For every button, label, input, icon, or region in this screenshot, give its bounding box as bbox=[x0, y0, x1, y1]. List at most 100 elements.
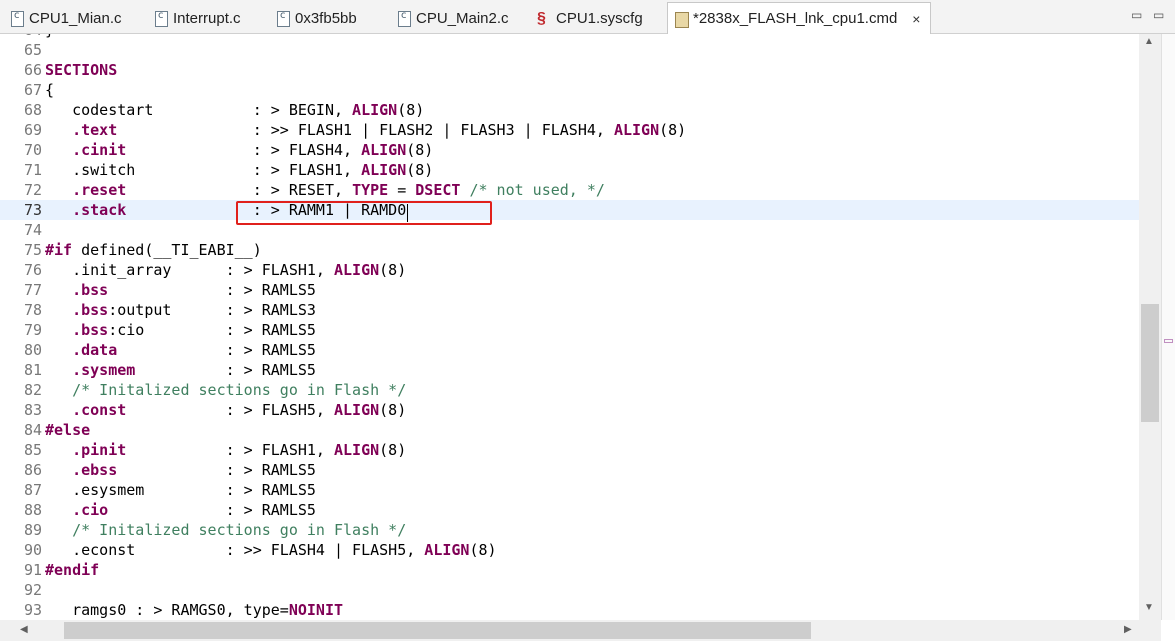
line-number: 90 bbox=[23, 541, 42, 559]
code-line[interactable]: 67{ bbox=[0, 80, 1139, 100]
code-line[interactable]: 68 codestart : > BEGIN, ALIGN(8) bbox=[0, 100, 1139, 120]
c-file-icon bbox=[276, 10, 290, 27]
code-line[interactable]: 89 /* Initalized sections go in Flash */ bbox=[0, 520, 1139, 540]
code-line[interactable]: 77 .bss : > RAMLS5 bbox=[0, 280, 1139, 300]
tab-3[interactable]: CPU_Main2.c bbox=[391, 3, 527, 33]
keyword-token: .stack bbox=[72, 201, 127, 219]
vertical-scroll-thumb[interactable] bbox=[1141, 304, 1159, 422]
code-line[interactable]: 80 .data : > RAMLS5 bbox=[0, 340, 1139, 360]
minimize-icon[interactable]: ▭ bbox=[1131, 8, 1142, 22]
tab-5[interactable]: *2838x_FLASH_lnk_cpu1.cmd × bbox=[667, 2, 931, 34]
code-line[interactable]: 86 .ebss : > RAMLS5 bbox=[0, 460, 1139, 480]
line-code: .const : > FLASH5, ALIGN(8) bbox=[45, 400, 406, 420]
line-code: } bbox=[45, 34, 54, 40]
code-line[interactable]: 70 .cinit : > FLASH4, ALIGN(8) bbox=[0, 140, 1139, 160]
code-line[interactable]: 88 .cio : > RAMLS5 bbox=[0, 500, 1139, 520]
line-code: .bss:cio : > RAMLS5 bbox=[45, 320, 316, 340]
line-number: 69 bbox=[23, 121, 42, 139]
code-token: :output : > RAMLS3 bbox=[108, 301, 316, 319]
code-line[interactable]: 76 .init_array : > FLASH1, ALIGN(8) bbox=[0, 260, 1139, 280]
code-token: : > RAMLS5 bbox=[108, 281, 316, 299]
code-token: : > RAMLS5 bbox=[117, 461, 316, 479]
overview-ruler[interactable] bbox=[1161, 34, 1175, 620]
keyword-token: ALIGN bbox=[424, 541, 470, 559]
line-number: 66 bbox=[23, 61, 42, 79]
line-code: .sysmem : > RAMLS5 bbox=[45, 360, 316, 380]
vertical-scrollbar[interactable]: ▲ ▼ bbox=[1139, 34, 1161, 620]
code-line[interactable]: 91 #endif bbox=[0, 560, 1139, 580]
code-line[interactable]: 82 /* Initalized sections go in Flash */ bbox=[0, 380, 1139, 400]
overview-marker[interactable] bbox=[1164, 339, 1173, 343]
maximize-icon[interactable]: ▭ bbox=[1153, 8, 1164, 22]
line-number: 83 bbox=[23, 401, 42, 419]
tab-2[interactable]: 0x3fb5bb bbox=[270, 3, 387, 33]
tab-0[interactable]: CPU1_Mian.c bbox=[4, 3, 144, 33]
code-line[interactable]: 72 .reset : > RESET, TYPE = DSECT /* not… bbox=[0, 180, 1139, 200]
code-line[interactable]: 65 bbox=[0, 40, 1139, 60]
code-token: : > RAMLS5 bbox=[108, 501, 316, 519]
code-editor[interactable]: 93 ramgs0 : > RAMGS0, type=NOINIT 92 91 #en… bbox=[0, 34, 1139, 620]
scroll-down-icon[interactable]: ▼ bbox=[1144, 602, 1154, 613]
line-number: 76 bbox=[23, 261, 42, 279]
line-number: 85 bbox=[23, 441, 42, 459]
code-line[interactable]: 69 .text : >> FLASH1 | FLASH2 | FLASH3 |… bbox=[0, 120, 1139, 140]
code-line[interactable]: 78 .bss:output : > RAMLS3 bbox=[0, 300, 1139, 320]
line-code: .econst : >> FLASH4 | FLASH5, ALIGN(8) bbox=[45, 540, 496, 560]
c-file-icon bbox=[154, 10, 168, 27]
code-line[interactable]: 79 .bss:cio : > RAMLS5 bbox=[0, 320, 1139, 340]
code-token: : > FLASH5, bbox=[126, 401, 334, 419]
keyword-token: .reset bbox=[72, 181, 127, 199]
line-code: #else bbox=[45, 420, 90, 440]
line-code: .init_array : > FLASH1, ALIGN(8) bbox=[45, 260, 406, 280]
tab-1[interactable]: Interrupt.c bbox=[148, 3, 266, 33]
line-code: .bss : > RAMLS5 bbox=[45, 280, 316, 300]
code-line[interactable]: 92 bbox=[0, 580, 1139, 600]
code-token: .init_array : > FLASH1, bbox=[45, 261, 334, 279]
keyword-token: .const bbox=[72, 401, 127, 419]
keyword-token: .cio bbox=[72, 501, 109, 519]
horizontal-scrollbar[interactable]: ◀ ▶ bbox=[0, 620, 1161, 641]
scroll-right-icon[interactable]: ▶ bbox=[1124, 624, 1132, 635]
line-code: .text : >> FLASH1 | FLASH2 | FLASH3 | FL… bbox=[45, 120, 686, 140]
line-code: /* Initalized sections go in Flash */ bbox=[45, 520, 406, 540]
code-line[interactable]: 64} bbox=[0, 34, 1139, 40]
keyword-token: .ebss bbox=[72, 461, 118, 479]
close-tab-icon[interactable]: × bbox=[912, 11, 920, 27]
tab-label: *2838x_FLASH_lnk_cpu1.cmd bbox=[693, 10, 898, 27]
code-line[interactable]: 74 bbox=[0, 220, 1139, 240]
code-line[interactable]: 75 #if defined(__TI_EABI__) bbox=[0, 240, 1139, 260]
keyword-token: SECTIONS bbox=[45, 61, 118, 79]
code-line[interactable]: 93 ramgs0 : > RAMGS0, type=NOINIT bbox=[0, 600, 1139, 620]
code-line[interactable]: 81 .sysmem : > RAMLS5 bbox=[0, 360, 1139, 380]
line-number: 91 bbox=[23, 561, 42, 579]
line-number: 71 bbox=[23, 161, 42, 179]
code-token: : > FLASH1, bbox=[126, 441, 334, 459]
code-line[interactable]: 66 SECTIONS bbox=[0, 60, 1139, 80]
text-caret bbox=[407, 204, 408, 222]
highlight-annotation-box bbox=[236, 201, 492, 225]
keyword-token: .bss bbox=[72, 281, 109, 299]
scroll-left-icon[interactable]: ◀ bbox=[20, 624, 28, 635]
horizontal-scroll-thumb[interactable] bbox=[64, 622, 811, 639]
code-line[interactable]: 73 .stack : > RAMM1 | RAMD0 bbox=[0, 200, 1139, 220]
code-line[interactable]: 90 .econst : >> FLASH4 | FLASH5, ALIGN(8… bbox=[0, 540, 1139, 560]
line-code: SECTIONS bbox=[45, 60, 117, 80]
code-token: = bbox=[388, 181, 416, 199]
scroll-up-icon[interactable]: ▲ bbox=[1144, 36, 1154, 47]
line-code: /* Initalized sections go in Flash */ bbox=[45, 380, 406, 400]
keyword-token: #endif bbox=[45, 561, 100, 579]
keyword-token: .bss bbox=[72, 301, 109, 319]
line-number: 78 bbox=[23, 301, 42, 319]
code-line[interactable]: 85 .pinit : > FLASH1, ALIGN(8) bbox=[0, 440, 1139, 460]
code-line[interactable]: 84 #else bbox=[0, 420, 1139, 440]
code-line[interactable]: 83 .const : > FLASH5, ALIGN(8) bbox=[0, 400, 1139, 420]
comment-token: /* not used, */ bbox=[469, 181, 605, 199]
code-line[interactable]: 71 .switch : > FLASH1, ALIGN(8) bbox=[0, 160, 1139, 180]
tab-4[interactable]: § CPU1.syscfg bbox=[531, 3, 663, 33]
code-line[interactable]: 87 .esysmem : > RAMLS5 bbox=[0, 480, 1139, 500]
line-code: #if defined(__TI_EABI__) bbox=[45, 240, 262, 260]
line-number: 88 bbox=[23, 501, 42, 519]
